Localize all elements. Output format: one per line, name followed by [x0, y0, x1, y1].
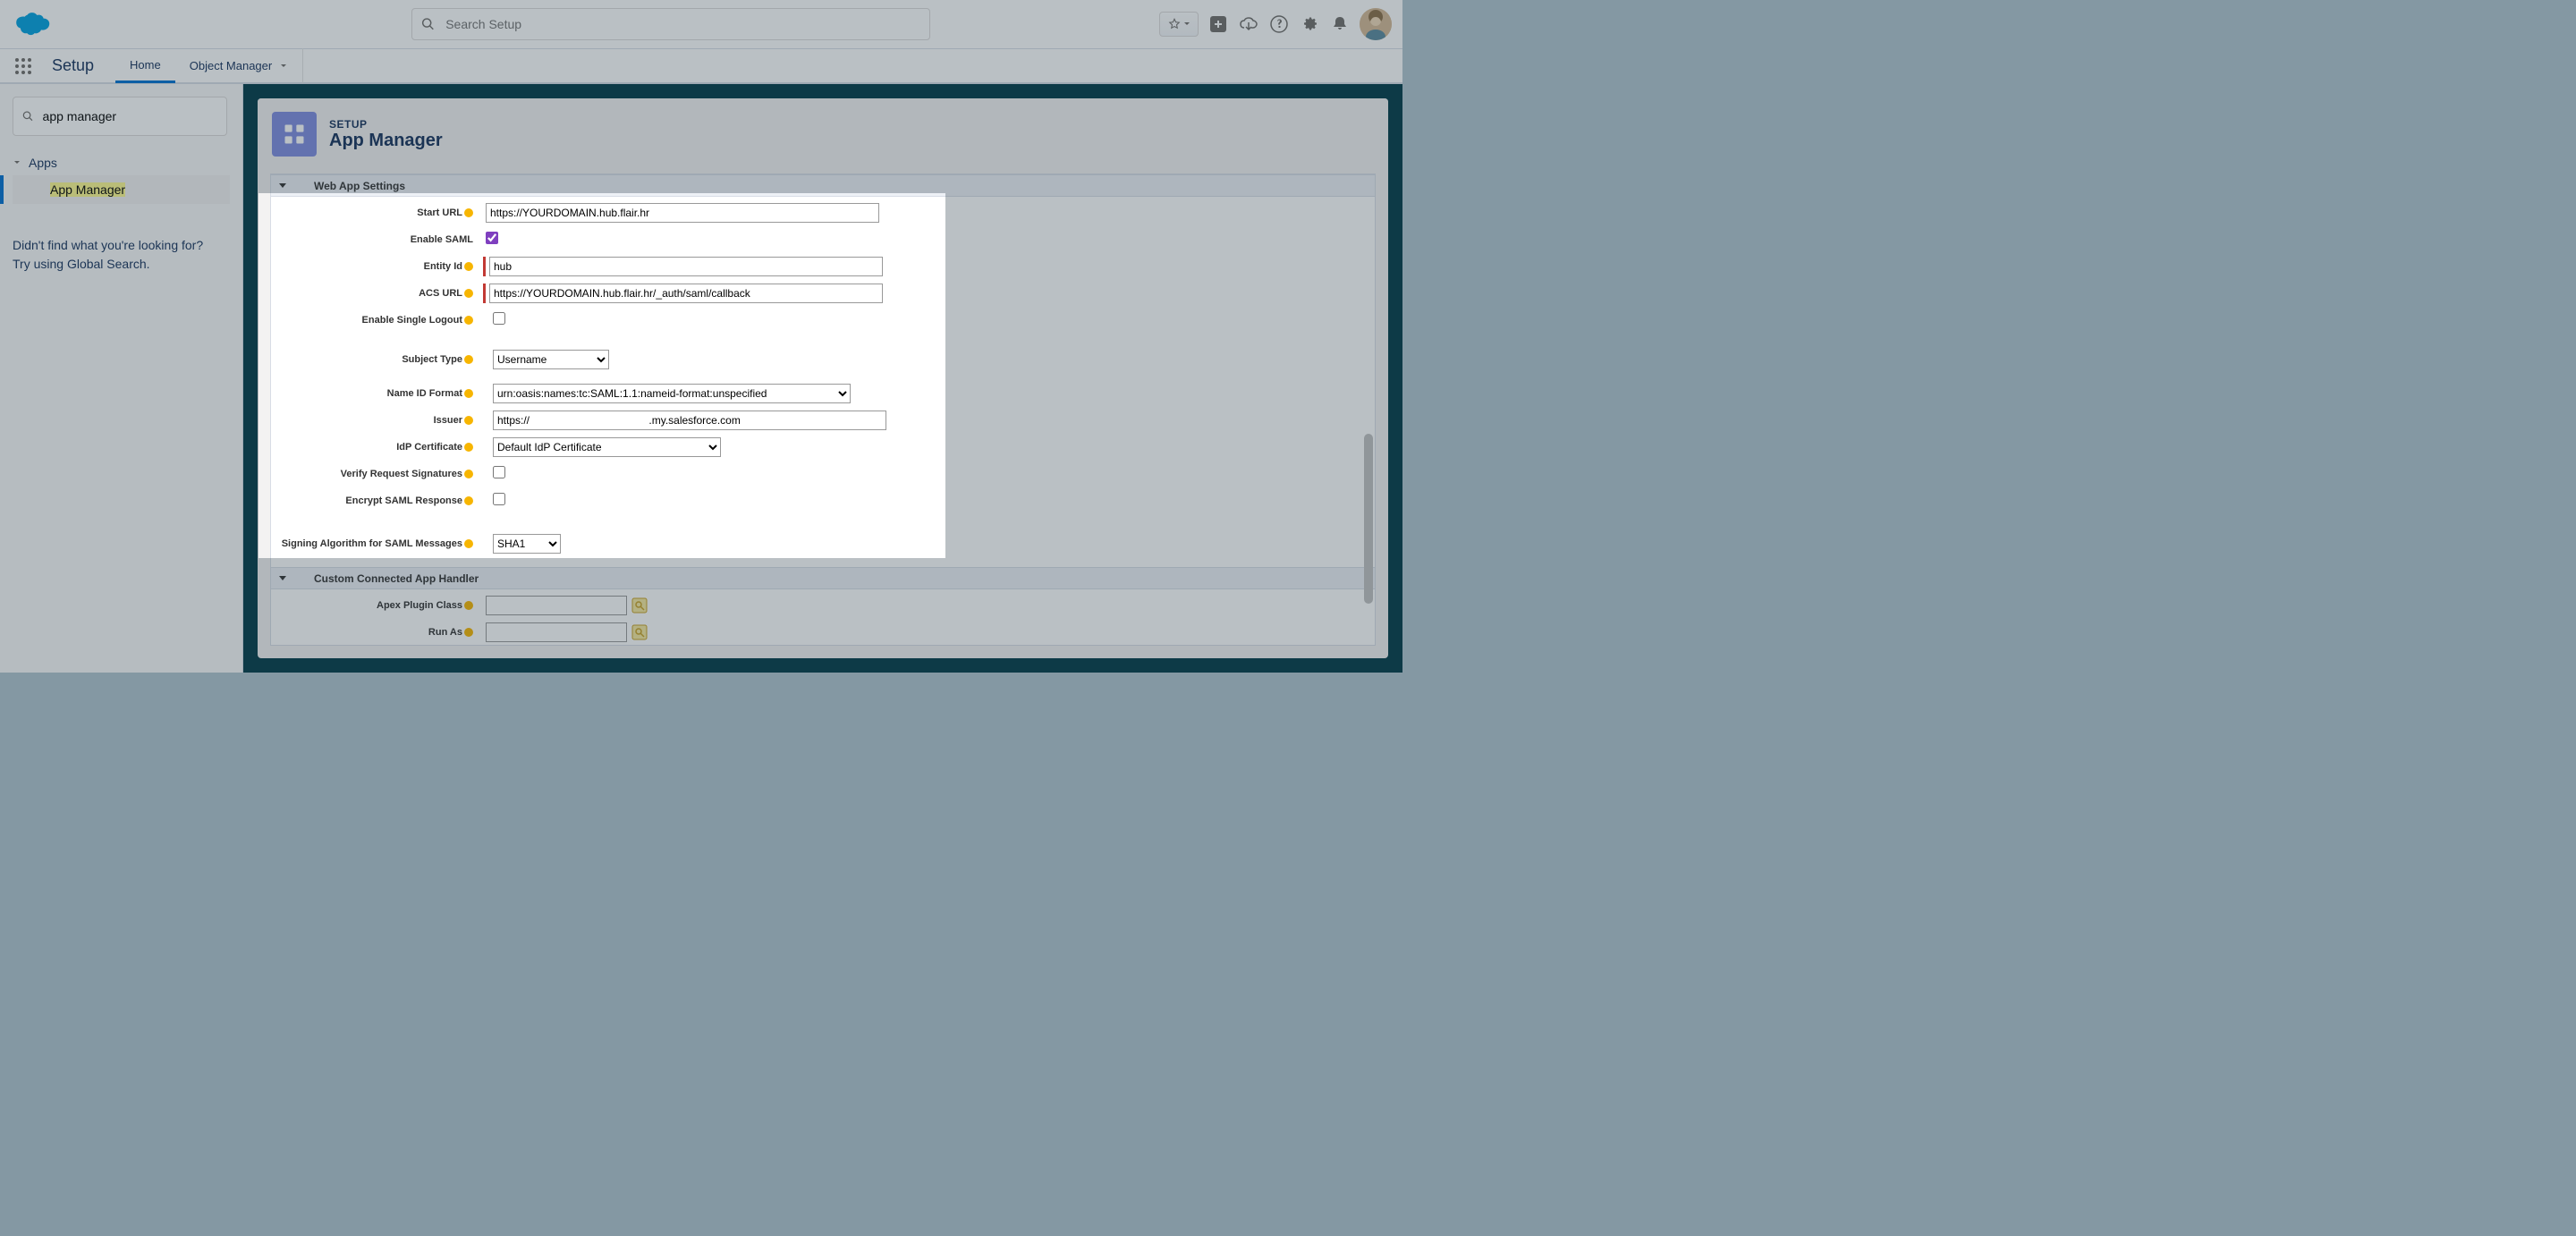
- add-button[interactable]: [1208, 13, 1229, 35]
- help-button[interactable]: [1268, 13, 1290, 35]
- label-entity-id: Entity Id: [271, 261, 477, 272]
- cloud-icon: [1239, 14, 1258, 34]
- app-launcher-icon[interactable]: [13, 55, 34, 77]
- salesforce-cloud-button[interactable]: [1238, 13, 1259, 35]
- chevron-down-icon: [279, 62, 288, 71]
- subject-type-select[interactable]: Username: [493, 350, 609, 369]
- lookup-icon: [631, 624, 648, 640]
- label-single-logout: Enable Single Logout: [271, 315, 477, 326]
- search-icon: [22, 110, 34, 123]
- section-custom-handler[interactable]: Custom Connected App Handler: [271, 567, 1375, 589]
- quick-find-input[interactable]: [43, 109, 217, 123]
- notifications-button[interactable]: [1329, 13, 1351, 35]
- section-web-app-settings[interactable]: Web App Settings: [271, 174, 1375, 197]
- entity-id-input[interactable]: [489, 257, 883, 276]
- avatar-icon: [1360, 8, 1392, 40]
- label-idp-certificate: IdP Certificate: [271, 442, 477, 453]
- app-name: Setup: [52, 56, 94, 75]
- label-subject-type: Subject Type: [271, 354, 477, 365]
- enable-saml-checkbox[interactable]: [486, 232, 498, 244]
- page-card: SETUP App Manager Web App Settings Start…: [258, 98, 1388, 658]
- global-search-input[interactable]: [445, 17, 920, 31]
- encrypt-response-checkbox[interactable]: [493, 493, 505, 505]
- label-encrypt-response: Encrypt SAML Response: [271, 495, 477, 506]
- plus-icon: [1208, 14, 1228, 34]
- bell-icon: [1330, 14, 1350, 34]
- form-area: Web App Settings Start URL Enable SAML E…: [270, 174, 1376, 646]
- help-icon[interactable]: [464, 470, 473, 478]
- setup-sidebar: Apps App Manager Didn't find what you're…: [0, 84, 243, 673]
- idp-certificate-select[interactable]: Default IdP Certificate: [493, 437, 721, 457]
- salesforce-logo-icon: [11, 11, 50, 38]
- context-bar: Setup Home Object Manager: [0, 49, 1402, 84]
- page-header-icon: [272, 112, 317, 157]
- tab-home[interactable]: Home: [115, 48, 175, 83]
- help-icon[interactable]: [464, 208, 473, 217]
- setup-tree: Apps App Manager: [13, 150, 230, 204]
- gear-icon: [1300, 14, 1319, 34]
- header-actions: [1159, 8, 1392, 40]
- triangle-down-icon: [278, 182, 287, 190]
- name-id-format-select[interactable]: urn:oasis:names:tc:SAML:1.1:nameid-forma…: [493, 384, 851, 403]
- issuer-input[interactable]: [493, 411, 886, 430]
- help-icon[interactable]: [464, 316, 473, 325]
- label-apex-plugin-class: Apex Plugin Class: [271, 600, 477, 611]
- help-icon[interactable]: [464, 355, 473, 364]
- help-icon[interactable]: [464, 389, 473, 398]
- page-header: SETUP App Manager: [258, 98, 1388, 170]
- tree-node-apps[interactable]: Apps: [13, 150, 230, 175]
- apex-plugin-class-input[interactable]: [486, 596, 627, 615]
- help-icon[interactable]: [464, 601, 473, 610]
- favorites-button[interactable]: [1159, 12, 1199, 37]
- run-as-input[interactable]: [486, 622, 627, 642]
- signing-algorithm-select[interactable]: SHA1: [493, 534, 561, 554]
- label-acs-url: ACS URL: [271, 288, 477, 299]
- help-icon[interactable]: [464, 262, 473, 271]
- tree-item-app-manager[interactable]: App Manager: [13, 175, 230, 204]
- chevron-down-icon: [1183, 21, 1191, 28]
- global-header: [0, 0, 1402, 49]
- verify-sig-checkbox[interactable]: [493, 466, 505, 478]
- main-content: SETUP App Manager Web App Settings Start…: [243, 84, 1402, 673]
- global-search[interactable]: [411, 8, 930, 40]
- question-icon: [1269, 14, 1289, 34]
- label-start-url: Start URL: [271, 207, 477, 218]
- help-icon[interactable]: [464, 289, 473, 298]
- help-icon[interactable]: [464, 539, 473, 548]
- label-enable-saml: Enable SAML: [271, 234, 477, 245]
- label-signing-algorithm: Signing Algorithm for SAML Messages: [271, 538, 477, 549]
- page-title: App Manager: [329, 131, 443, 151]
- help-icon[interactable]: [464, 628, 473, 637]
- single-logout-checkbox[interactable]: [493, 312, 505, 325]
- user-avatar[interactable]: [1360, 8, 1392, 40]
- acs-url-input[interactable]: [489, 284, 883, 303]
- label-name-id-format: Name ID Format: [271, 388, 477, 399]
- setup-gear-button[interactable]: [1299, 13, 1320, 35]
- help-text: Didn't find what you're looking for? Try…: [13, 236, 230, 274]
- lookup-icon: [631, 597, 648, 614]
- help-icon[interactable]: [464, 496, 473, 505]
- start-url-input[interactable]: [486, 203, 879, 223]
- apps-icon: [282, 122, 307, 147]
- label-run-as: Run As: [271, 627, 477, 638]
- chevron-down-icon: [13, 158, 21, 167]
- lookup-button[interactable]: [631, 597, 648, 614]
- tab-object-manager[interactable]: Object Manager: [175, 48, 304, 83]
- breadcrumb: SETUP: [329, 118, 443, 131]
- lookup-button[interactable]: [631, 623, 648, 641]
- label-issuer: Issuer: [271, 415, 477, 426]
- scrollbar[interactable]: [1364, 434, 1373, 604]
- triangle-down-icon: [278, 574, 287, 583]
- star-icon: [1168, 18, 1181, 30]
- help-icon[interactable]: [464, 443, 473, 452]
- label-verify-sig: Verify Request Signatures: [271, 469, 477, 479]
- help-icon[interactable]: [464, 416, 473, 425]
- search-icon: [421, 17, 435, 31]
- sidebar-quick-find[interactable]: [13, 97, 227, 136]
